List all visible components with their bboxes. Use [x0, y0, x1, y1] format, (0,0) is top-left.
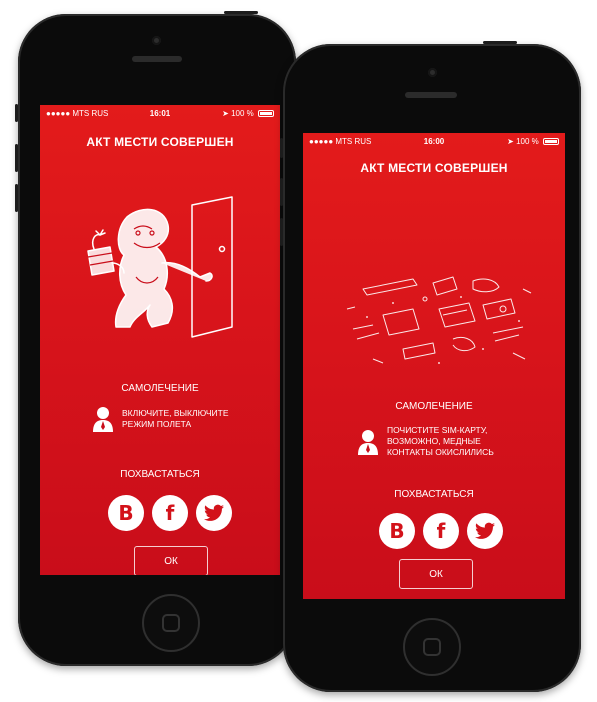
phone-right: ●●●●● MTS RUS 16:00 ➤ 100 % АКТ МЕСТИ СО… — [280, 41, 581, 692]
mute-switch — [280, 138, 283, 158]
tip-line: ВКЛЮЧИТЕ, ВЫКЛЮЧИТЕ — [122, 408, 229, 418]
ok-button[interactable]: ОК — [399, 559, 473, 589]
status-bar: ●●●●● MTS RUS 16:01 ➤ 100 % — [40, 105, 280, 123]
person-icon — [93, 407, 113, 432]
bulldog-illustration — [87, 196, 233, 338]
power-button — [224, 11, 258, 14]
self-healing-label: САМОЛЕЧЕНИЕ — [395, 401, 473, 412]
phone-left: ●●●●● MTS RUS 16:01 ➤ 100 % АКТ МЕСТИ СО… — [15, 11, 296, 666]
battery-icon — [543, 138, 559, 145]
volume-down-button — [15, 184, 18, 212]
tip-text: ВКЛЮЧИТЕ, ВЫКЛЮЧИТЕ РЕЖИМ ПОЛЕТА — [122, 408, 229, 430]
tip-line: ПОЧИСТИТЕ SIM-КАРТУ, — [387, 425, 488, 435]
share-label: ПОХВАСТАТЬСЯ — [394, 489, 474, 500]
twitter-button[interactable] — [467, 513, 503, 549]
front-camera-icon — [152, 36, 161, 45]
social-buttons: B f — [379, 513, 503, 549]
vk-button[interactable]: B — [379, 513, 415, 549]
screen: ●●●●● MTS RUS 16:00 ➤ 100 % АКТ МЕСТИ СО… — [303, 133, 565, 599]
broken-items-illustration — [346, 276, 532, 364]
location-icon: ➤ — [222, 109, 229, 118]
battery-percent: 100 % — [516, 137, 539, 146]
battery-indicator: ➤ 100 % — [507, 133, 559, 151]
tip-line: РЕЖИМ ПОЛЕТА — [122, 419, 192, 429]
status-bar: ●●●●● MTS RUS 16:00 ➤ 100 % — [303, 133, 565, 151]
page-title: АКТ МЕСТИ СОВЕРШЕН — [86, 135, 234, 149]
page-title: АКТ МЕСТИ СОВЕРШЕН — [360, 161, 508, 175]
share-label: ПОХВАСТАТЬСЯ — [120, 469, 200, 480]
facebook-button[interactable]: f — [152, 495, 188, 531]
home-button — [403, 618, 461, 676]
mute-switch — [15, 104, 18, 122]
home-button — [142, 594, 200, 652]
twitter-bird-icon — [475, 522, 495, 539]
earpiece-speaker — [405, 92, 457, 98]
tip-row: ПОЧИСТИТЕ SIM-КАРТУ, ВОЗМОЖНО, МЕДНЫЕ КО… — [357, 425, 494, 458]
facebook-button[interactable]: f — [423, 513, 459, 549]
earpiece-speaker — [132, 56, 182, 62]
volume-up-button — [280, 178, 283, 206]
self-healing-label: САМОЛЕЧЕНИЕ — [121, 383, 199, 394]
volume-down-button — [280, 218, 283, 246]
tip-row: ВКЛЮЧИТЕ, ВЫКЛЮЧИТЕ РЕЖИМ ПОЛЕТА — [92, 405, 229, 433]
person-icon — [358, 429, 378, 455]
battery-percent: 100 % — [231, 109, 254, 118]
location-icon: ➤ — [507, 137, 514, 146]
screen: ●●●●● MTS RUS 16:01 ➤ 100 % АКТ МЕСТИ СО… — [40, 105, 280, 575]
ok-button[interactable]: ОК — [134, 546, 208, 575]
vk-button[interactable]: B — [108, 495, 144, 531]
battery-icon — [258, 110, 274, 117]
front-camera-icon — [428, 68, 437, 77]
social-buttons: B f — [108, 495, 232, 531]
battery-indicator: ➤ 100 % — [222, 105, 274, 123]
twitter-button[interactable] — [196, 495, 232, 531]
tip-text: ПОЧИСТИТЕ SIM-КАРТУ, ВОЗМОЖНО, МЕДНЫЕ КО… — [387, 425, 494, 458]
twitter-bird-icon — [204, 504, 224, 521]
volume-up-button — [15, 144, 18, 172]
tip-line: КОНТАКТЫ ОКИСЛИЛИСЬ — [387, 447, 494, 457]
power-button — [483, 41, 517, 44]
tip-line: ВОЗМОЖНО, МЕДНЫЕ — [387, 436, 481, 446]
